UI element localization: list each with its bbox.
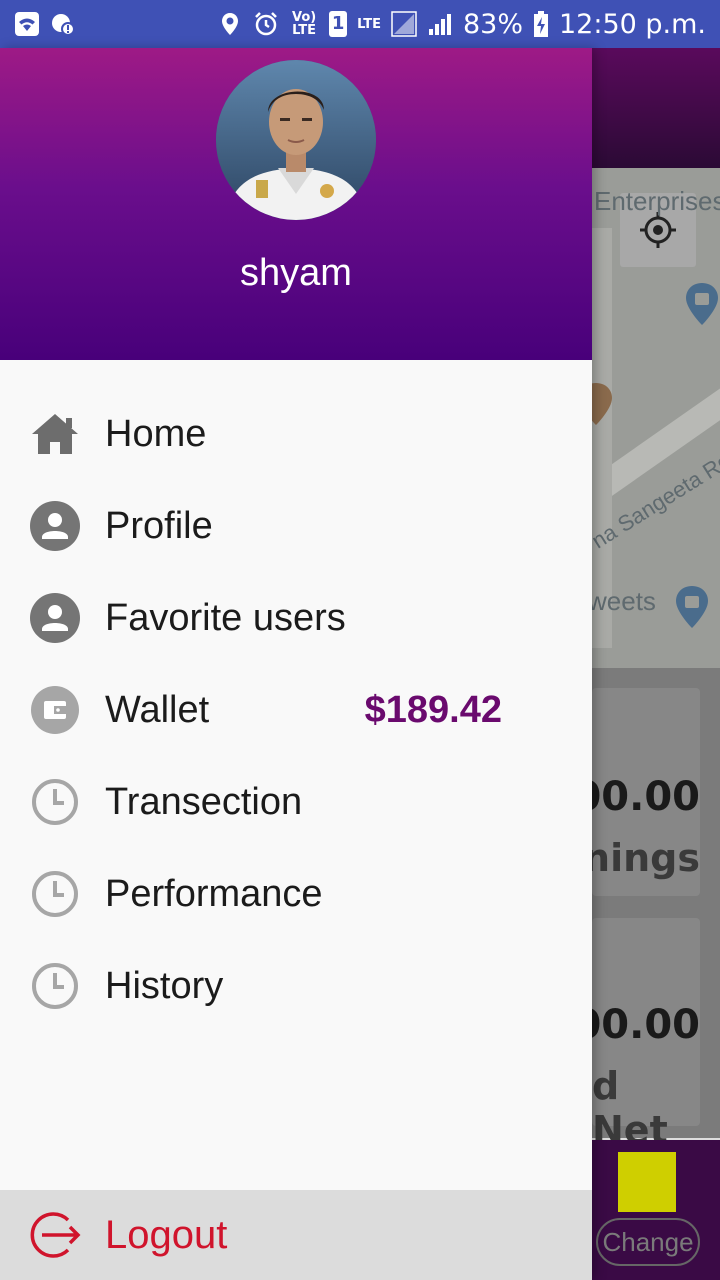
logout-icon bbox=[28, 1208, 82, 1262]
menu-label-favorite-users: Favorite users bbox=[105, 596, 346, 639]
menu-item-profile[interactable]: Profile bbox=[0, 480, 592, 572]
menu-label-home: Home bbox=[105, 412, 207, 455]
avatar[interactable] bbox=[216, 60, 376, 220]
clock-icon bbox=[30, 961, 80, 1011]
menu-item-favorite-users[interactable]: Favorite users bbox=[0, 572, 592, 664]
menu-item-performance[interactable]: Performance bbox=[0, 848, 592, 940]
menu-item-wallet[interactable]: Wallet $189.42 bbox=[0, 664, 592, 756]
clock-time: 12:50 p.m. bbox=[559, 8, 706, 40]
menu-label-wallet: Wallet bbox=[105, 688, 210, 731]
map-label-enterprises: Enterprises bbox=[594, 186, 720, 216]
alarm-icon bbox=[253, 11, 279, 37]
logout-label: Logout bbox=[105, 1212, 228, 1257]
clock-icon bbox=[30, 777, 80, 827]
battery-charging-icon bbox=[533, 11, 549, 37]
menu-item-history[interactable]: History bbox=[0, 940, 592, 1032]
map-pin-icon bbox=[674, 586, 710, 628]
lte-indicator: LTE bbox=[357, 16, 381, 32]
username: shyam bbox=[240, 252, 352, 294]
net-card: 00.00 d Net bbox=[592, 918, 700, 1152]
net-value: 00.00 bbox=[592, 1002, 700, 1048]
menu-item-home[interactable]: Home bbox=[0, 388, 592, 480]
clock-icon bbox=[30, 869, 80, 919]
map-pin-icon bbox=[684, 283, 720, 325]
data-saver-icon bbox=[50, 11, 76, 37]
home-icon bbox=[30, 409, 80, 459]
menu-label-profile: Profile bbox=[105, 504, 213, 547]
drawer-header: shyam bbox=[0, 48, 592, 360]
navigation-drawer: shyam Home Profile Favorite users Wallet… bbox=[0, 48, 592, 1280]
background-header bbox=[592, 48, 720, 168]
background-map: Enterprises na Sangeeta Rd weets bbox=[592, 168, 720, 668]
signal-strength-icon bbox=[427, 11, 453, 37]
person-icon bbox=[30, 501, 80, 551]
ad-banner bbox=[618, 1152, 676, 1212]
menu-label-performance: Performance bbox=[105, 872, 323, 915]
change-button: Change bbox=[596, 1218, 700, 1266]
wifi-icon bbox=[14, 11, 40, 37]
menu-item-transection[interactable]: Transection bbox=[0, 756, 592, 848]
map-pin-icon bbox=[592, 383, 614, 425]
logout-button[interactable]: Logout bbox=[0, 1190, 592, 1280]
menu-label-transection: Transection bbox=[105, 780, 303, 823]
background-bottom-bar: Change bbox=[592, 1140, 720, 1280]
signal-icon bbox=[391, 11, 417, 37]
drawer-menu: Home Profile Favorite users Wallet $189.… bbox=[0, 388, 592, 1032]
background-cards: 00.00 nings 00.00 d Net bbox=[592, 668, 720, 1152]
sim-slot-badge: 1 bbox=[329, 11, 348, 37]
background-app: Enterprises na Sangeeta Rd weets 00.00 n… bbox=[592, 48, 720, 1280]
net-label: d Net bbox=[592, 1064, 668, 1152]
location-icon bbox=[217, 11, 243, 37]
person-icon bbox=[30, 593, 80, 643]
wallet-icon bbox=[30, 685, 80, 735]
battery-percent: 83% bbox=[462, 8, 523, 40]
earnings-value: 00.00 bbox=[592, 774, 700, 820]
menu-label-history: History bbox=[105, 964, 224, 1007]
wallet-balance: $189.42 bbox=[364, 688, 502, 731]
earnings-label: nings bbox=[592, 836, 700, 880]
earnings-card: 00.00 nings bbox=[592, 688, 700, 896]
status-bar: Vo) LTE 1 LTE 83% 12:50 p.m. bbox=[0, 0, 720, 48]
volte-indicator: Vo) LTE bbox=[291, 10, 317, 38]
map-label-sweets: weets bbox=[592, 586, 656, 616]
